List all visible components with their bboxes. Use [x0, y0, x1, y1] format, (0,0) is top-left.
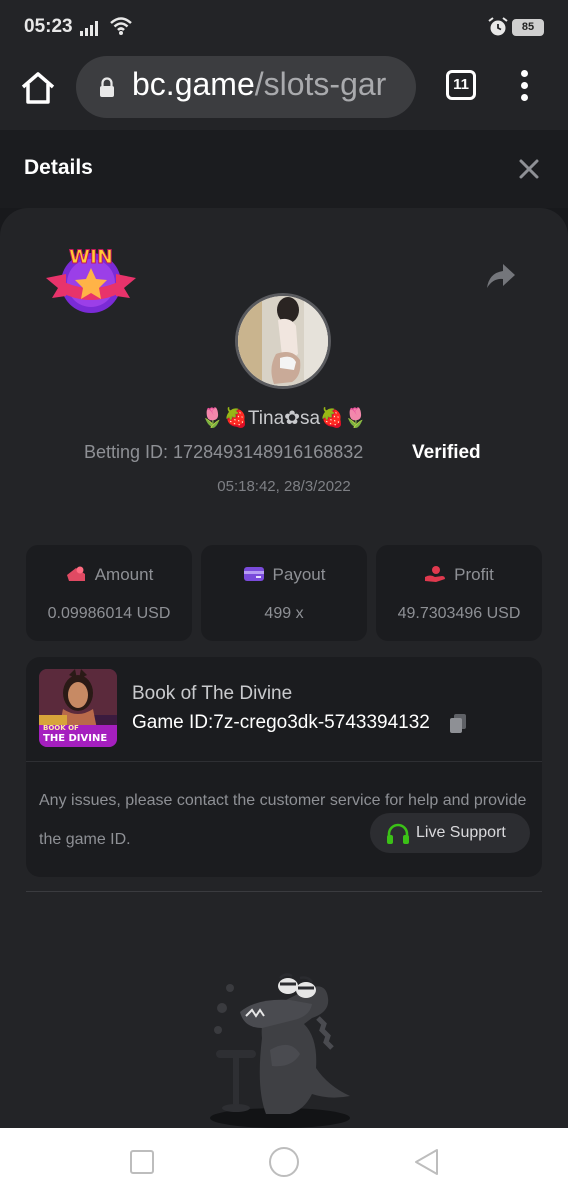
stat-profit: Profit 49.7303496 USD — [376, 545, 542, 641]
live-support-button[interactable]: Live Support — [370, 813, 530, 853]
signal-icon — [80, 21, 98, 36]
headset-icon — [387, 823, 409, 844]
game-thumbnail[interactable]: BOOK OF THE DIVINE — [39, 669, 117, 747]
game-info-box: BOOK OF THE DIVINE Book of The Divine Ga… — [26, 657, 542, 877]
thumb-line2: THE DIVINE — [43, 733, 107, 744]
stat-payout-label-row: Payout — [201, 565, 367, 585]
lock-icon — [100, 77, 114, 97]
browser-toolbar: bc.game/slots-gar 11 — [0, 56, 568, 130]
share-icon[interactable] — [486, 262, 516, 290]
bet-details-card: WIN 🌷🍓Tina✿sa🍓🌷 Betting ID: 172849314891… — [0, 208, 568, 1128]
betting-id: Betting ID: 1728493148916168832 — [84, 442, 364, 462]
username: 🌷🍓Tina✿sa🍓🌷 — [200, 408, 368, 429]
stat-payout-value: 499 x — [264, 605, 304, 622]
amount-icon — [66, 566, 85, 581]
url-domain: bc.game — [132, 66, 255, 102]
details-header: Details — [0, 130, 568, 208]
browser-menu-icon[interactable] — [512, 70, 536, 104]
alarm-icon — [488, 17, 508, 36]
url-bar[interactable]: bc.game/slots-gar — [76, 56, 416, 118]
win-badge-icon: WIN — [46, 246, 136, 313]
verified-link[interactable]: Verified — [412, 442, 481, 464]
bet-timestamp: 05:18:42, 28/3/2022 — [217, 478, 351, 495]
page-title: Details — [24, 156, 93, 179]
close-icon[interactable] — [516, 156, 542, 182]
system-nav-bar — [0, 1128, 568, 1200]
divider — [26, 761, 542, 762]
battery-indicator: 85 — [512, 19, 544, 36]
stat-amount: Amount 0.09986014 USD — [26, 545, 192, 641]
url-path: /slots-gar — [254, 66, 387, 102]
payout-card-icon — [243, 567, 264, 581]
stat-amount-value: 0.09986014 USD — [47, 605, 171, 622]
stat-profit-value: 49.7303496 USD — [397, 605, 521, 622]
stat-profit-label-row: Profit — [376, 565, 542, 585]
crocodile-mascot-icon — [210, 973, 350, 1128]
stats-row: Amount 0.09986014 USD Payout 499 x Profi… — [26, 545, 542, 641]
profit-hand-icon — [425, 566, 446, 582]
url-text: bc.game/slots-gar — [132, 66, 386, 103]
stat-profit-label: Profit — [454, 565, 494, 584]
status-bar: 05:23 85 — [0, 0, 568, 56]
stat-payout: Payout 499 x — [201, 545, 367, 641]
tab-switcher-button[interactable]: 11 — [446, 70, 476, 100]
win-badge-text: WIN — [69, 246, 113, 268]
wifi-icon — [110, 17, 132, 35]
bet-id-row: Betting ID: 1728493148916168832 Verified — [84, 442, 504, 466]
game-name[interactable]: Book of The Divine — [132, 683, 292, 705]
game-thumbnail-art: BOOK OF THE DIVINE — [39, 669, 117, 747]
home-icon[interactable] — [18, 68, 58, 108]
status-time: 05:23 — [24, 16, 73, 37]
divider — [26, 891, 542, 892]
stat-amount-label: Amount — [94, 565, 154, 584]
live-support-label: Live Support — [416, 824, 506, 841]
home-nav-icon[interactable] — [269, 1147, 299, 1177]
back-icon[interactable] — [412, 1147, 440, 1177]
avatar — [235, 293, 331, 389]
recent-apps-icon[interactable] — [130, 1150, 154, 1174]
game-id: Game ID:7z-crego3dk-5743394132 — [132, 712, 430, 733]
avatar-photo — [238, 296, 328, 386]
stat-amount-label-row: Amount — [26, 565, 192, 585]
thumb-line1: BOOK OF — [43, 724, 79, 732]
stat-payout-label: Payout — [272, 565, 326, 584]
copy-icon[interactable] — [448, 713, 468, 735]
